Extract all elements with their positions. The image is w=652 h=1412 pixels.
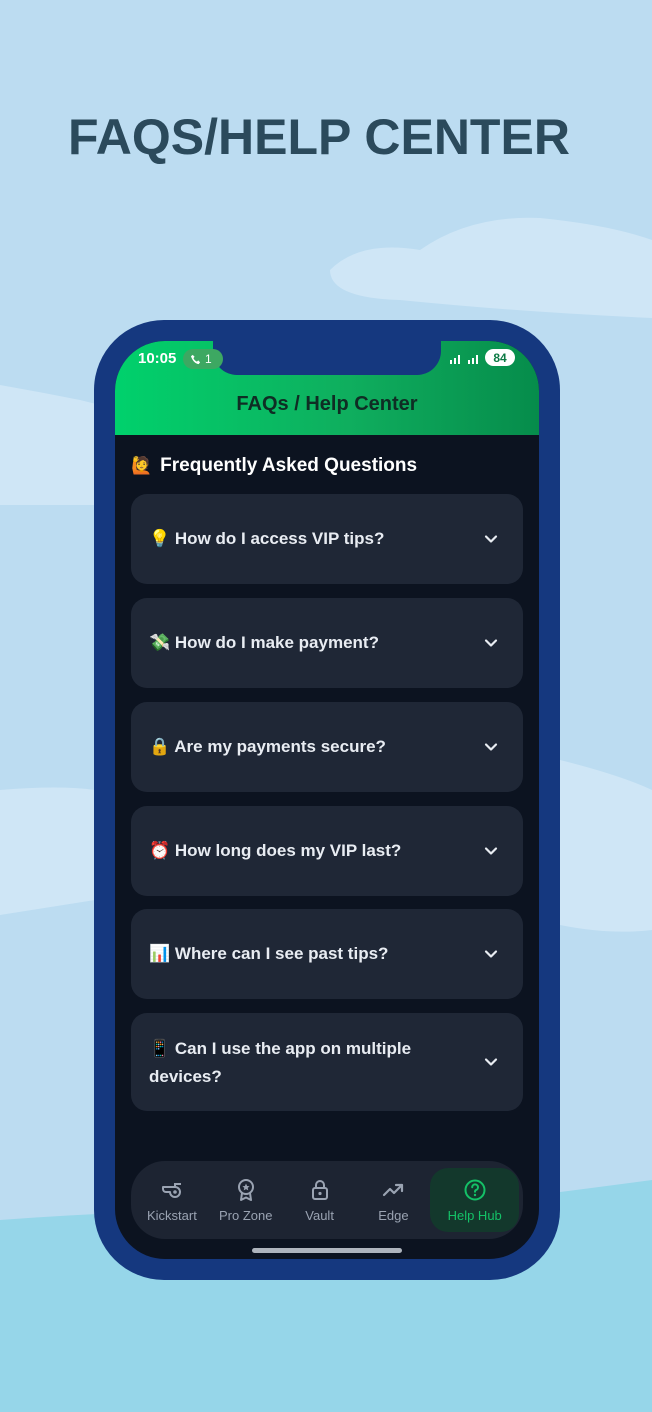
alarm-clock-icon: ⏰ (149, 841, 171, 861)
chevron-down-icon[interactable] (483, 531, 499, 547)
chevron-down-icon[interactable] (483, 843, 499, 859)
faq-item-secure-payments[interactable]: 🔒 Are my payments secure? (131, 702, 523, 792)
lock-icon: 🔒 (149, 737, 171, 757)
nav-label: Help Hub (447, 1207, 502, 1223)
chevron-down-icon[interactable] (483, 739, 499, 755)
faq-question: 💸 How do I make payment? (149, 629, 483, 657)
faq-question: 💡 How do I access VIP tips? (149, 525, 483, 553)
lightbulb-icon: 💡 (149, 529, 171, 549)
faq-question-text: How long does my VIP last? (174, 841, 402, 860)
call-pill-text: 1 (205, 352, 212, 366)
whistle-icon (161, 1182, 181, 1198)
phone-call-icon (190, 354, 201, 364)
badge-star-icon (237, 1178, 254, 1201)
signal-icon (450, 354, 460, 364)
faq-question: 🔒 Are my payments secure? (149, 733, 483, 761)
faq-question-text: Are my payments secure? (174, 737, 386, 756)
battery-level: 84 (493, 350, 507, 365)
nav-item-help-hub[interactable]: Help Hub (430, 1168, 519, 1232)
faq-question-text: How do I access VIP tips? (174, 529, 385, 548)
nav-item-vault[interactable]: Vault (283, 1168, 357, 1232)
chevron-down-icon[interactable] (483, 635, 499, 651)
app-header: 10:05 1 84 FAQs / Help Center (115, 341, 539, 435)
nav-label: Kickstart (147, 1207, 197, 1223)
faq-question-text: Where can I see past tips? (174, 944, 389, 963)
lock-icon (311, 1179, 328, 1200)
bottom-nav: Kickstart Pro Zone Vault Edge Help Hub (131, 1161, 523, 1239)
status-icons: 84 (449, 349, 515, 366)
chevron-down-icon[interactable] (483, 1054, 499, 1070)
status-time: 10:05 (138, 350, 177, 367)
trending-up-icon (383, 1183, 404, 1196)
faq-question: ⏰ How long does my VIP last? (149, 837, 483, 865)
battery-icon: 84 (485, 349, 515, 366)
mobile-phone-icon: 📱 (149, 1038, 171, 1059)
nav-label: Vault (305, 1207, 334, 1223)
promo-title: FAQS/HELP CENTER (68, 109, 570, 165)
phone-screen: 10:05 1 84 FAQs / Help Center 🙋 Frequent… (115, 341, 539, 1259)
faq-section-title: Frequently Asked Questions (160, 455, 418, 476)
camera-notch (213, 341, 441, 375)
faq-question-text: How do I make payment? (174, 633, 379, 652)
faq-question-text: Can I use the app on multiple devices? (149, 1038, 412, 1086)
signal-icon (468, 354, 478, 364)
nav-item-edge[interactable]: Edge (357, 1168, 431, 1232)
home-indicator[interactable] (252, 1248, 402, 1253)
page-title: FAQs / Help Center (236, 393, 418, 415)
money-icon: 💸 (149, 633, 171, 653)
raising-hand-icon: 🙋 (131, 456, 153, 476)
faq-question: 📊 Where can I see past tips? (149, 940, 483, 968)
faq-item-vip-access[interactable]: 💡 How do I access VIP tips? (131, 494, 523, 584)
faq-item-multiple-devices[interactable]: 📱 Can I use the app on multiple devices? (131, 1013, 523, 1111)
faq-item-payment[interactable]: 💸 How do I make payment? (131, 598, 523, 688)
nav-item-kickstart[interactable]: Kickstart (135, 1168, 209, 1232)
faq-question: 📱 Can I use the app on multiple devices? (149, 1035, 483, 1090)
nav-label: Edge (378, 1207, 409, 1223)
nav-label: Pro Zone (219, 1207, 273, 1223)
faq-item-past-tips[interactable]: 📊 Where can I see past tips? (131, 909, 523, 999)
faq-section-heading: 🙋 Frequently Asked Questions (131, 455, 417, 477)
nav-item-pro-zone[interactable]: Pro Zone (209, 1168, 283, 1232)
ongoing-call-pill[interactable]: 1 (183, 349, 223, 369)
faq-item-vip-duration[interactable]: ⏰ How long does my VIP last? (131, 806, 523, 896)
bar-chart-icon: 📊 (149, 944, 171, 964)
help-circle-icon (464, 1179, 486, 1200)
chevron-down-icon[interactable] (483, 946, 499, 962)
